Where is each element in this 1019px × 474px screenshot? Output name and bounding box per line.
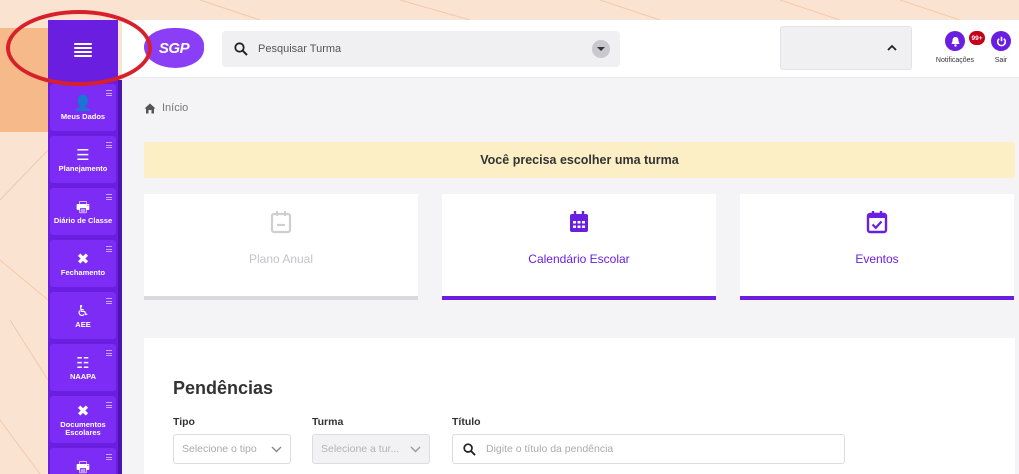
pendencias-title: Pendências	[173, 378, 274, 398]
tipo-placeholder: Selecione o tipo	[182, 443, 257, 455]
turma-select[interactable]: Selecione a tur...	[312, 434, 430, 464]
list-icon: ☰	[76, 145, 90, 164]
submenu-lines-icon	[106, 454, 112, 460]
submenu-lines-icon	[106, 402, 112, 408]
notifications-badge: 99+	[969, 31, 985, 45]
submenu-lines-icon	[106, 90, 112, 96]
card-calendario-escolar[interactable]: Calendário Escolar	[442, 194, 716, 300]
notifications-label: Notificações	[935, 57, 975, 64]
accessibility-icon: ♿	[76, 301, 90, 320]
sidebar: 👤 Meus Dados ☰ Planejamento 🖶 Diário de Class…	[48, 20, 118, 474]
select-class-alert: Você precisa escolher uma turma	[144, 142, 1015, 178]
sidebar-item-planejamento[interactable]: ☰ Planejamento	[50, 136, 116, 183]
card-bar	[740, 296, 1014, 300]
sgp-logo[interactable]: SGP	[144, 28, 204, 68]
breadcrumb: Início	[144, 102, 188, 114]
breadcrumb-home-link[interactable]: Início	[162, 102, 188, 114]
logout-label: Sair	[994, 57, 1008, 64]
search-icon	[234, 42, 248, 56]
sidebar-item-fechamento[interactable]: ✖ Fechamento	[50, 240, 116, 287]
search-placeholder: Pesquisar Turma	[258, 43, 342, 55]
card-title: Plano Anual	[248, 252, 314, 266]
home-icon[interactable]	[144, 103, 156, 114]
logo-text: SGP	[158, 39, 190, 57]
tools-icon: ✖	[76, 401, 90, 420]
tipo-label: Tipo	[173, 416, 195, 428]
calendar-check-icon	[866, 211, 888, 234]
sidebar-item-label: NAAPA	[69, 371, 97, 381]
caret-down-icon	[597, 47, 605, 51]
alert-message: Você precisa escolher uma turma	[480, 153, 679, 167]
submenu-lines-icon	[106, 194, 112, 200]
profile-select[interactable]	[780, 26, 912, 70]
tools-icon: ✖	[76, 249, 90, 268]
card-title: Calendário Escolar	[528, 252, 630, 266]
sidebar-item-label: Documentos Escolares	[60, 419, 106, 437]
chevron-up-icon	[887, 44, 897, 51]
tipo-select[interactable]: Selecione o tipo	[173, 434, 291, 464]
titulo-search-input[interactable]: Digite o título da pendência	[452, 434, 845, 464]
turma-placeholder: Selecione a tur...	[321, 443, 400, 455]
sidebar-item-label: Meus Dados	[60, 111, 106, 121]
sidebar-item-naapa[interactable]: ☷ NAAPA	[50, 344, 116, 391]
power-icon	[991, 31, 1011, 51]
chevron-down-icon	[410, 446, 421, 453]
main-panel: SGP Pesquisar Turma 99+ Notificações Sai…	[122, 20, 1019, 474]
sidebar-item-relatórios[interactable]: 🖶Relatórios	[50, 448, 116, 474]
highlight-annotation-circle	[6, 10, 152, 86]
top-bar: SGP Pesquisar Turma 99+ Notificações Sai…	[122, 20, 1019, 78]
class-search-field[interactable]: Pesquisar Turma	[222, 31, 620, 67]
sidebar-scrollbar[interactable]	[118, 80, 122, 474]
notifications-button[interactable]: 99+ Notificações	[930, 23, 985, 73]
search-icon	[463, 442, 476, 456]
sidebar-item-diário-de-classe[interactable]: 🖶 Diário de Classe	[50, 188, 116, 235]
printer-icon: 🖶	[75, 457, 91, 474]
user-edit-icon: 👤	[73, 93, 93, 112]
titulo-placeholder: Digite o título da pendência	[486, 443, 614, 455]
turma-label: Turma	[312, 416, 344, 428]
sidebar-item-meus-dados[interactable]: 👤 Meus Dados	[50, 84, 116, 131]
bell-icon: 99+	[945, 31, 985, 51]
chevron-down-icon	[271, 446, 282, 453]
card-bar	[442, 296, 716, 300]
submenu-lines-icon	[106, 246, 112, 252]
calendar-minus-icon	[270, 211, 292, 234]
card-bar	[144, 296, 418, 300]
card-eventos[interactable]: Eventos	[740, 194, 1014, 300]
sidebar-item-aee[interactable]: ♿ AEE	[50, 292, 116, 339]
sidebar-item-label: Fechamento	[60, 267, 106, 277]
titulo-label: Título	[452, 416, 481, 428]
submenu-lines-icon	[106, 142, 112, 148]
checklist-icon: ☷	[76, 353, 90, 372]
card-plano-anual: Plano Anual	[144, 194, 418, 300]
calendar-grid-icon	[570, 211, 588, 232]
sidebar-item-label: Diário de Classe	[53, 215, 113, 225]
search-dropdown-button[interactable]	[592, 40, 610, 58]
printer-icon: 🖶	[75, 197, 91, 216]
submenu-lines-icon	[106, 350, 112, 356]
logout-button[interactable]: Sair	[986, 23, 1016, 73]
submenu-lines-icon	[106, 298, 112, 304]
pendencias-panel: Pendências Tipo Selecione o tipo Turma S…	[144, 338, 1015, 474]
sidebar-item-documentos-escolares[interactable]: ✖ Documentos Escolares	[50, 396, 116, 443]
sidebar-item-label: Planejamento	[58, 163, 108, 173]
card-title: Eventos	[855, 252, 899, 266]
sidebar-item-label: AEE	[75, 319, 91, 329]
